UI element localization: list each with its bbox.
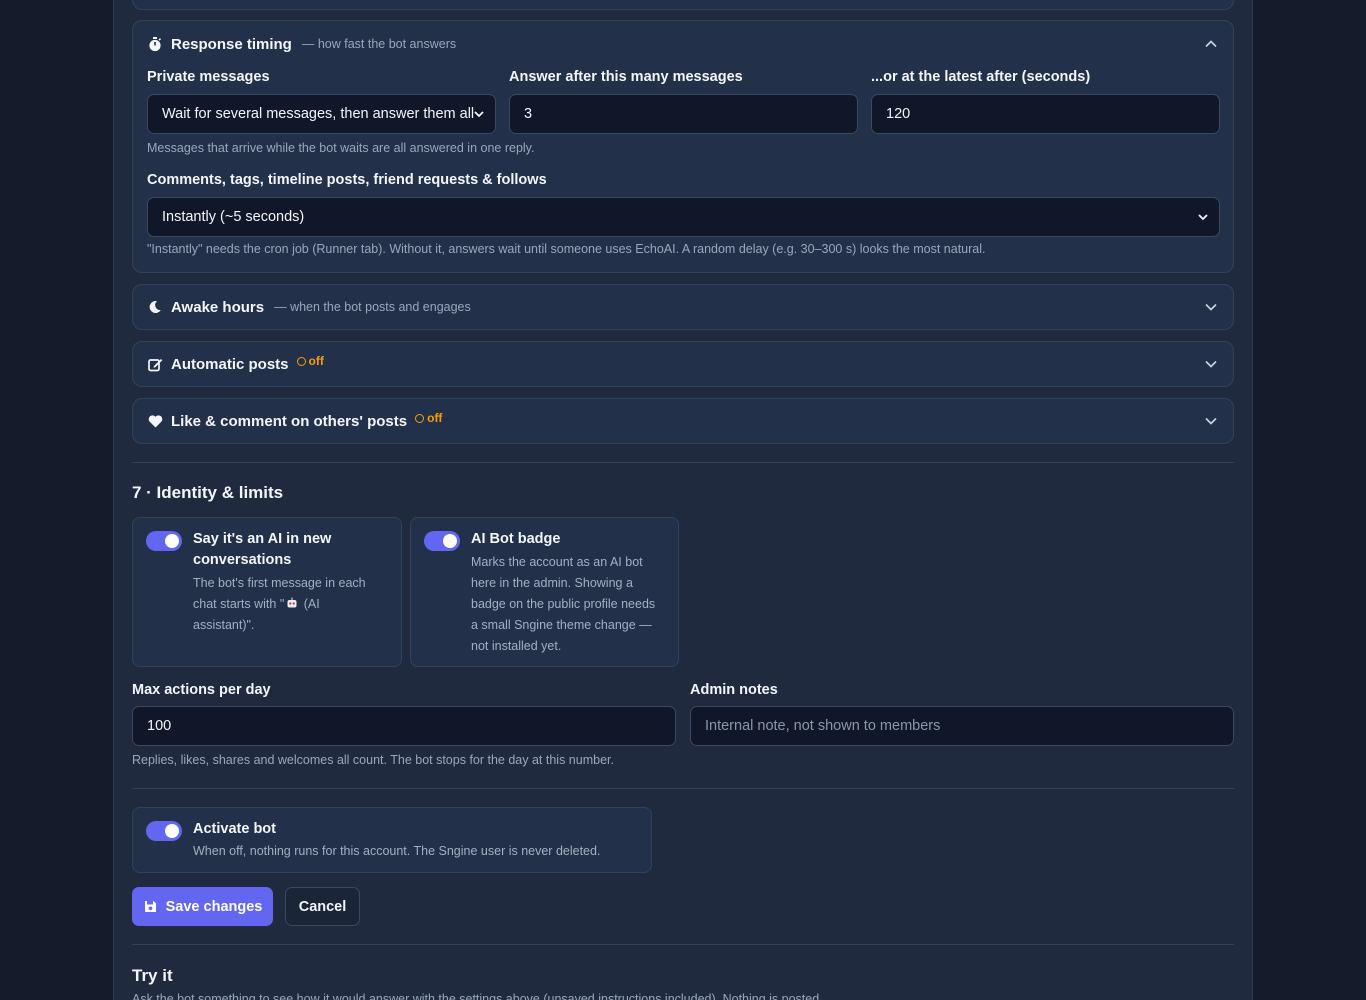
status-badge: off — [415, 411, 442, 425]
chevron-down-icon[interactable] — [1203, 356, 1219, 372]
max-actions-input[interactable]: 100 — [132, 706, 676, 746]
try-it-description: Ask the bot something to see how it woul… — [132, 992, 823, 1000]
edit-icon — [147, 356, 163, 372]
save-button[interactable]: Save changes — [132, 887, 273, 926]
awake-hours-section[interactable]: Awake hours — when the bot posts and eng… — [132, 284, 1234, 330]
like-comment-section[interactable]: Like & comment on others' posts off — [132, 398, 1234, 444]
say-ai-title: Say it's an AI in new conversations — [193, 531, 332, 568]
latest-seconds-input[interactable]: 120 — [871, 94, 1220, 134]
public-actions-select[interactable]: Instantly (~5 seconds) — [147, 197, 1220, 237]
admin-notes-input[interactable]: Internal note, not shown to members — [690, 706, 1234, 746]
say-ai-toggle[interactable] — [146, 531, 182, 551]
cancel-button[interactable]: Cancel — [285, 887, 360, 926]
identity-heading: 7 · Identity & limits — [132, 483, 284, 502]
chevron-down-icon — [474, 111, 484, 118]
activate-bot-description: When off, nothing runs for this account.… — [193, 844, 601, 858]
stopwatch-icon — [147, 36, 163, 52]
robot-icon — [286, 595, 298, 608]
chevron-down-icon — [1198, 214, 1208, 221]
like-comment-header[interactable]: Like & comment on others' posts off — [147, 411, 1219, 431]
divider — [132, 944, 1234, 945]
status-badge: off — [296, 354, 324, 368]
response-timing-header[interactable]: Response timing — how fast the bot answe… — [147, 34, 1219, 54]
max-actions-label: Max actions per day — [132, 682, 271, 698]
response-timing-section: Response timing — how fast the bot answe… — [132, 20, 1234, 273]
save-button-label: Save changes — [165, 898, 263, 915]
divider — [132, 462, 1234, 463]
try-it-heading: Try it — [132, 966, 173, 985]
private-messages-label: Private messages — [147, 69, 270, 85]
settings-panel: Response timing — how fast the bot answe… — [113, 0, 1253, 1000]
public-actions-help: "Instantly" needs the cron job (Runner t… — [147, 242, 986, 256]
awake-hours-title: Awake hours — [171, 298, 265, 316]
chevron-down-icon[interactable] — [1203, 413, 1219, 429]
message-count-input[interactable]: 3 — [509, 94, 858, 134]
private-messages-value: Wait for several messages, then answer t… — [162, 106, 475, 122]
divider — [132, 788, 1234, 789]
message-count-label: Answer after this many messages — [509, 69, 743, 85]
heart-icon — [147, 413, 163, 429]
max-actions-help: Replies, likes, shares and welcomes all … — [132, 753, 614, 767]
ai-badge-title: AI Bot badge — [471, 531, 561, 547]
say-ai-card: Say it's an AI in new conversations The … — [132, 517, 402, 667]
latest-seconds-label: ...or at the latest after (seconds) — [871, 69, 1091, 85]
activate-bot-card: Activate bot When off, nothing runs for … — [132, 807, 652, 873]
ai-badge-card: AI Bot badge Marks the account as an AI … — [410, 517, 679, 667]
automatic-posts-section[interactable]: Automatic posts off — [132, 341, 1234, 387]
response-timing-title: Response timing — [171, 35, 292, 53]
awake-hours-header[interactable]: Awake hours — when the bot posts and eng… — [147, 297, 1219, 317]
ai-badge-description: Marks the account as an AI bot here in t… — [471, 555, 656, 653]
chevron-down-icon[interactable] — [1203, 299, 1219, 315]
activate-bot-title: Activate bot — [193, 821, 276, 837]
public-actions-value: Instantly (~5 seconds) — [162, 209, 305, 225]
circle-icon — [415, 413, 425, 423]
awake-hours-subtitle: — when the bot posts and engages — [274, 300, 471, 314]
automatic-posts-header[interactable]: Automatic posts off — [147, 354, 1219, 374]
private-messages-help: Messages that arrive while the bot waits… — [147, 141, 535, 155]
save-icon — [143, 899, 159, 915]
circle-icon — [296, 356, 306, 366]
activate-bot-toggle[interactable] — [146, 821, 182, 841]
public-actions-label: Comments, tags, timeline posts, friend r… — [147, 172, 547, 188]
say-ai-description: The bot's first message in each chat sta… — [193, 576, 366, 632]
previous-section-card — [132, 0, 1234, 10]
moon-icon — [147, 299, 163, 315]
chevron-up-icon[interactable] — [1203, 36, 1219, 52]
private-messages-select[interactable]: Wait for several messages, then answer t… — [147, 94, 496, 134]
admin-notes-label: Admin notes — [690, 682, 778, 698]
automatic-posts-title: Automatic posts — [171, 355, 289, 373]
response-timing-subtitle: — how fast the bot answers — [301, 37, 457, 51]
ai-badge-toggle[interactable] — [424, 531, 460, 551]
like-comment-title: Like & comment on others' posts — [171, 412, 408, 430]
